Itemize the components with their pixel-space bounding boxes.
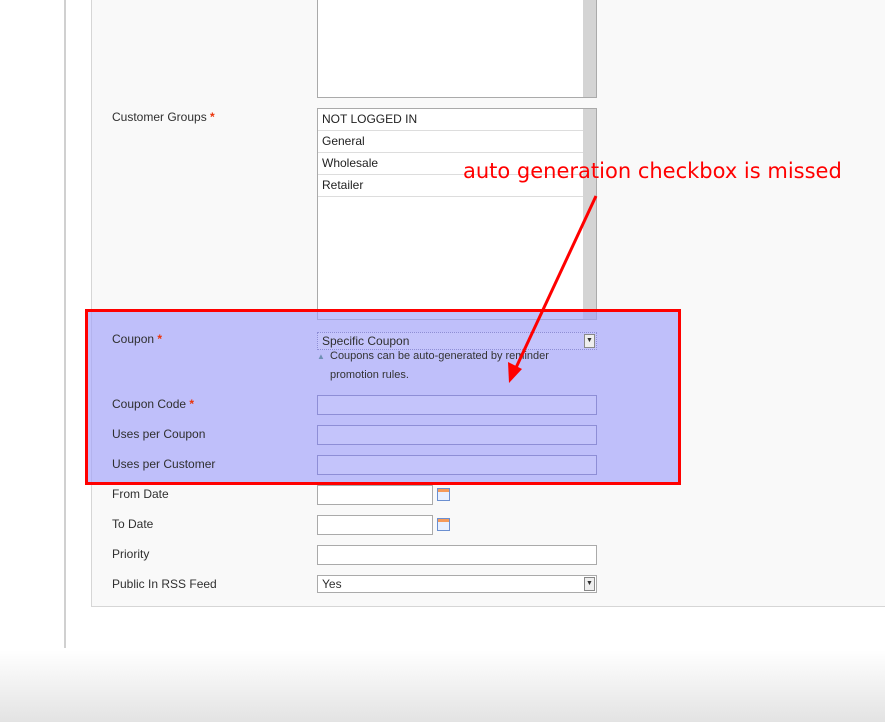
option[interactable]: NOT LOGGED IN: [318, 109, 583, 131]
uses-per-customer-input[interactable]: [317, 455, 597, 475]
label-text: Customer Groups: [112, 110, 207, 124]
coupon-code-input[interactable]: [317, 395, 597, 415]
to-date-label: To Date: [112, 517, 154, 531]
priority-label: Priority: [112, 547, 150, 561]
required-mark: *: [189, 397, 195, 411]
page-footer: [0, 650, 885, 722]
annotation-text: auto generation checkbox is missed: [463, 159, 842, 183]
coupon-note: ▲ Coupons can be auto-generated by remind…: [317, 347, 590, 385]
public-rss-select[interactable]: Yes ▼: [317, 575, 597, 593]
uses-per-customer-label: Uses per Customer: [112, 457, 216, 471]
websites-multiselect[interactable]: [317, 0, 597, 98]
label-text: Coupon: [112, 332, 155, 346]
to-date-input[interactable]: [317, 515, 433, 535]
scrollbar[interactable]: [583, 0, 596, 97]
chevron-down-icon[interactable]: ▼: [584, 334, 595, 348]
calendar-icon[interactable]: [437, 488, 450, 501]
calendar-icon[interactable]: [437, 518, 450, 531]
scrollbar[interactable]: [583, 109, 596, 319]
uses-per-coupon-input[interactable]: [317, 425, 597, 445]
triangle-up-icon: ▲: [317, 352, 325, 361]
from-date-label: From Date: [112, 487, 169, 501]
sidebar-divider: [64, 0, 66, 648]
customer-groups-multiselect[interactable]: NOT LOGGED IN General Wholesale Retailer: [317, 108, 597, 320]
label-text: Coupon Code: [112, 397, 187, 411]
customer-groups-label: Customer Groups *: [112, 110, 215, 124]
uses-per-coupon-label: Uses per Coupon: [112, 427, 206, 441]
priority-input[interactable]: [317, 545, 597, 565]
required-mark: *: [157, 332, 163, 346]
note-text: Coupons can be auto-generated by reminde…: [330, 350, 549, 381]
select-value: Specific Coupon: [322, 334, 410, 348]
select-value: Yes: [322, 577, 342, 591]
coupon-code-label: Coupon Code *: [112, 397, 194, 411]
option[interactable]: General: [318, 131, 583, 153]
coupon-label: Coupon *: [112, 332, 162, 346]
required-mark: *: [210, 110, 215, 124]
public-rss-label: Public In RSS Feed: [112, 577, 217, 591]
from-date-input[interactable]: [317, 485, 433, 505]
chevron-down-icon[interactable]: ▼: [584, 577, 595, 591]
